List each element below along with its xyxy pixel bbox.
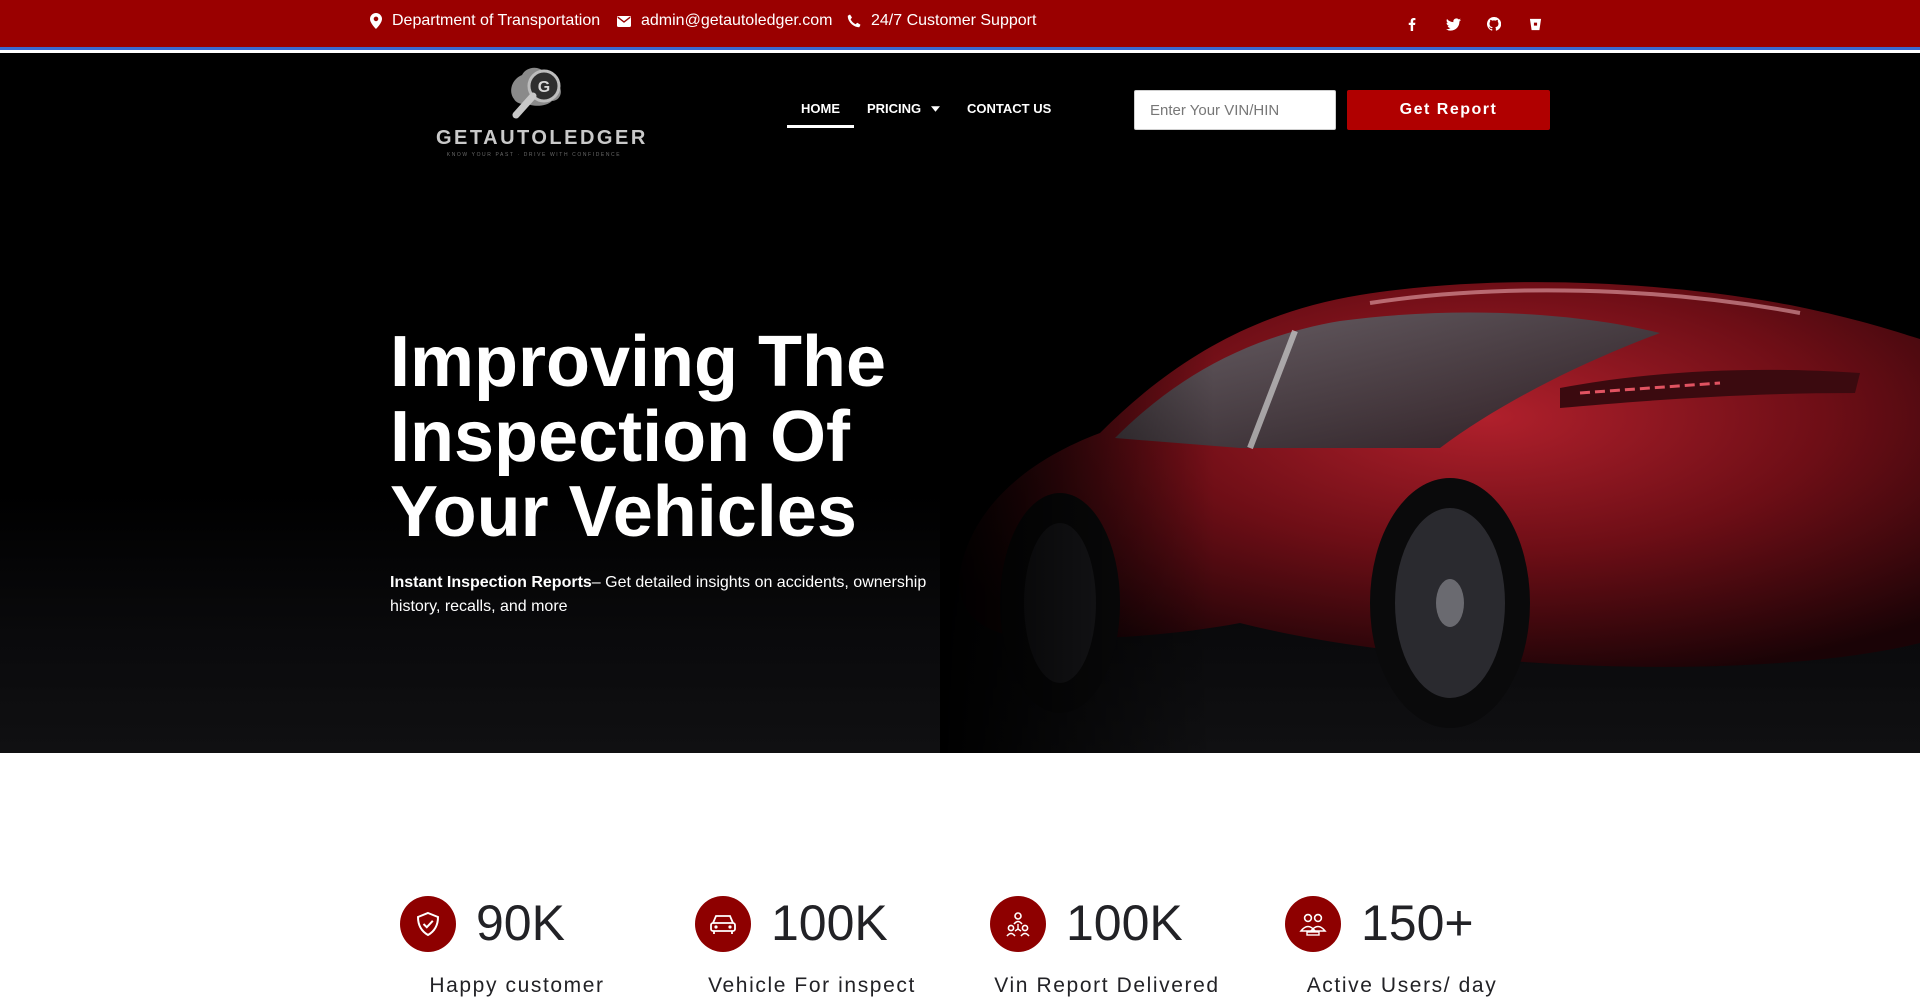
hero-title-line-3: Your Vehicles (390, 472, 857, 552)
shield-check-icon (416, 911, 440, 937)
nav-contact-us[interactable]: CONTACT US (967, 101, 1051, 116)
stat-icon-circle (695, 896, 751, 952)
nav-active-indicator (787, 125, 854, 128)
twitter-icon[interactable] (1443, 14, 1463, 34)
car-icon (710, 915, 736, 934)
nav-pricing[interactable]: PRICING (867, 101, 941, 116)
stat-value: 90K (476, 895, 565, 951)
logo-tagline: KNOW YOUR PAST · DRIVE WITH CONFIDENCE (446, 152, 622, 158)
bitbucket-icon[interactable] (1525, 14, 1545, 34)
location-text: Department of Transportation (392, 12, 601, 29)
site-header: G GETAUTOLEDGER KNOW YOUR PAST · DRIVE W… (0, 53, 1920, 173)
stat-icon-circle (1285, 896, 1341, 952)
team-icon (1006, 912, 1030, 937)
stat-icon-circle (990, 896, 1046, 952)
site-logo[interactable]: G GETAUTOLEDGER KNOW YOUR PAST · DRIVE W… (436, 63, 648, 163)
nav-home[interactable]: HOME (801, 101, 840, 116)
stat-value: 150+ (1361, 895, 1474, 951)
users-icon (1299, 913, 1327, 936)
location-info: Department of Transportation (370, 12, 600, 30)
email-info[interactable]: admin@getautoledger.com (617, 12, 832, 30)
stat-value: 100K (1066, 895, 1183, 951)
map-marker-icon (370, 13, 382, 29)
hero-title: Improving The Inspection Of Your Vehicle… (390, 325, 1010, 550)
email-link[interactable]: admin@getautoledger.com (641, 12, 832, 30)
support-text: 24/7 Customer Support (871, 12, 1037, 29)
logo-letter: G (538, 79, 550, 96)
caret-down-icon (931, 105, 941, 112)
envelope-icon (617, 15, 631, 27)
stat-label: Vehicle For inspect (708, 974, 916, 997)
facebook-icon[interactable] (1402, 14, 1422, 34)
stat-label: Happy customer (429, 974, 605, 997)
logo-wordmark: GETAUTOLEDGER (436, 127, 648, 149)
phone-icon (847, 14, 861, 28)
get-report-button[interactable]: Get Report (1347, 90, 1550, 130)
hero-section: Improving The Inspection Of Your Vehicle… (0, 173, 1920, 753)
vin-search-input[interactable] (1134, 90, 1336, 130)
stats-section: 90K Happy customer 100K Vehicle For insp… (0, 753, 1920, 997)
github-icon[interactable] (1484, 14, 1504, 34)
stat-value: 100K (771, 895, 888, 951)
hero-subtitle: Instant Inspection Reports– Get detailed… (390, 571, 950, 619)
hero-title-line-2: Inspection Of (390, 397, 851, 477)
red-car-image (940, 243, 1920, 753)
stat-label: Vin Report Delivered (994, 974, 1220, 997)
stat-icon-circle (400, 896, 456, 952)
top-bar: Department of Transportation admin@getau… (0, 0, 1920, 50)
support-info: 24/7 Customer Support (847, 12, 1036, 30)
magnifier-logo-icon: G (511, 67, 561, 119)
hero-title-line-1: Improving The (390, 322, 887, 402)
nav-pricing-label: PRICING (867, 101, 922, 116)
hero-subtitle-bold: Instant Inspection Reports (390, 574, 592, 591)
stat-label: Active Users/ day (1306, 974, 1498, 997)
